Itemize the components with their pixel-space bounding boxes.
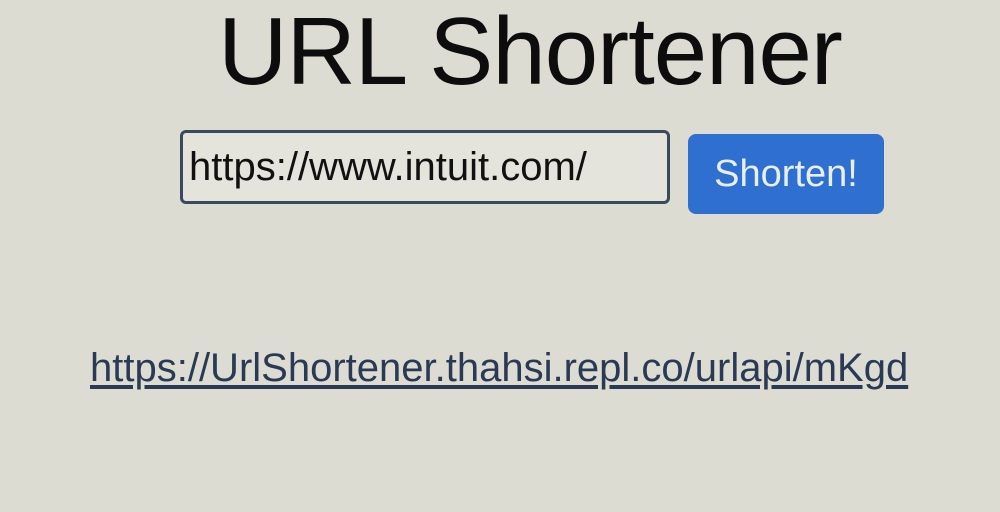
url-input[interactable] — [180, 130, 670, 204]
shorten-button[interactable]: Shorten! — [688, 134, 884, 214]
shorten-form: Shorten! — [180, 130, 884, 214]
shortened-url-link[interactable]: https://UrlShortener.thahsi.repl.co/urla… — [90, 346, 908, 391]
page-title: URL Shortener — [218, 0, 843, 105]
